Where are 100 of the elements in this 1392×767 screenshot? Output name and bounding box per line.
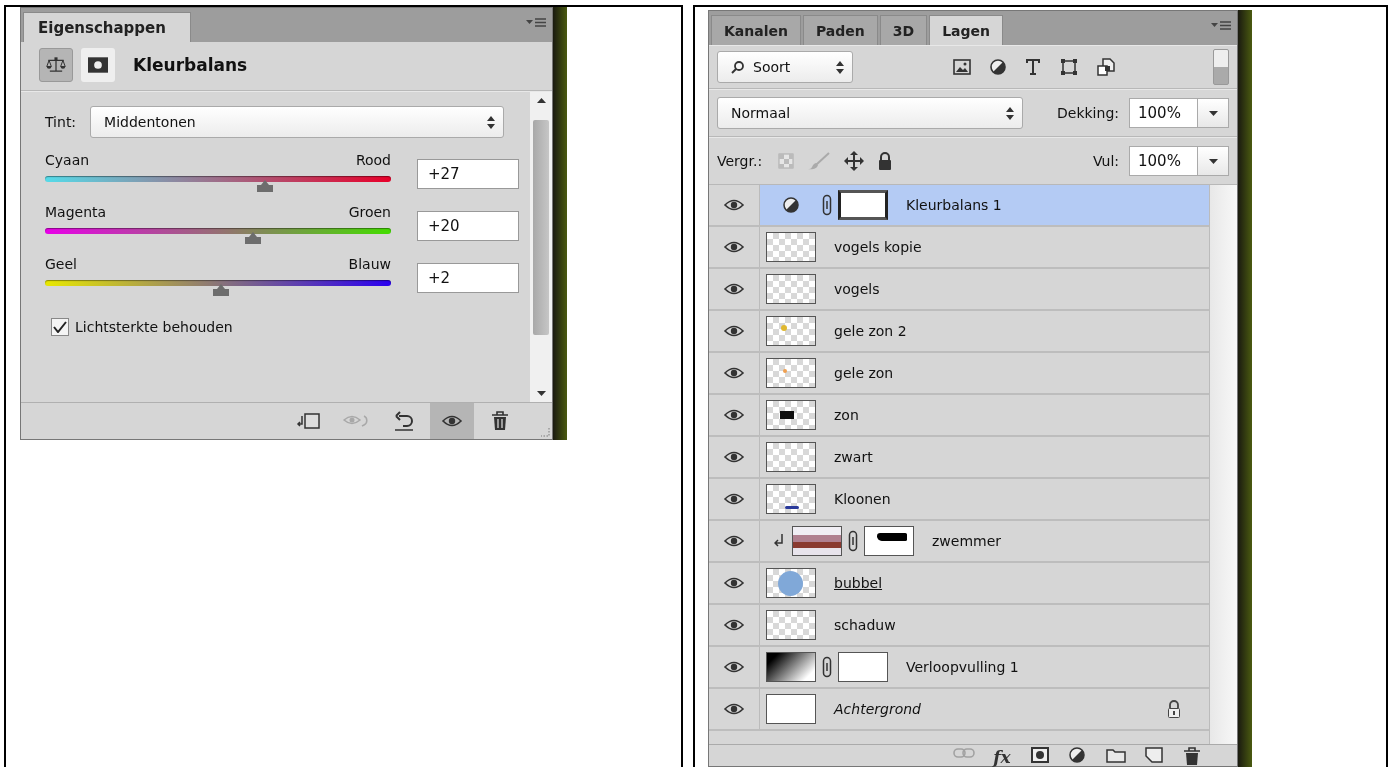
layer-name: gele zon: [834, 365, 894, 381]
balance-scale-button[interactable]: [39, 48, 73, 82]
value-field[interactable]: +27: [417, 159, 519, 189]
eye-icon[interactable]: [724, 450, 744, 464]
slider-thumb[interactable]: [254, 180, 275, 192]
slider-label: Rood: [355, 152, 391, 168]
eye-icon: [442, 414, 462, 428]
eye-icon[interactable]: [724, 618, 744, 632]
percent-field[interactable]: 100%: [1129, 98, 1197, 128]
link-icon: [953, 747, 975, 759]
layer-row[interactable]: Verloopvulling 1: [709, 647, 1209, 689]
layer-row[interactable]: schaduw: [709, 605, 1209, 647]
caret-icon: [1208, 110, 1218, 116]
layer-name: bubbel: [834, 575, 883, 591]
field-label: Dekking:: [1057, 105, 1119, 121]
padlock-icon[interactable]: [878, 152, 893, 170]
tab[interactable]: Paden: [803, 15, 878, 45]
mask-icon: [88, 55, 108, 75]
checkmark-icon: [53, 321, 67, 333]
eye-icon[interactable]: [724, 534, 744, 548]
mask-icon: [1031, 747, 1049, 763]
layer-name: vogels: [834, 281, 880, 297]
link-icon[interactable]: [822, 194, 832, 216]
layer-row[interactable]: bubbel: [709, 563, 1209, 605]
eye-icon[interactable]: [724, 660, 744, 674]
link-icon[interactable]: [822, 656, 832, 678]
layer-name: gele zon 2: [834, 323, 907, 339]
dropdown-button[interactable]: [1197, 98, 1229, 128]
dropdown-button[interactable]: [1197, 146, 1229, 176]
resize-grip-icon[interactable]: [540, 427, 550, 437]
adjustment-layer-icon: [783, 197, 799, 213]
layer-mask-thumbnail[interactable]: [838, 652, 888, 682]
slider-label: Groen: [348, 204, 391, 220]
value-field[interactable]: +2: [417, 263, 519, 293]
half-circle-filter-icon[interactable]: [990, 59, 1006, 75]
layer-name: zon: [834, 407, 859, 423]
scrollbar[interactable]: [1209, 185, 1237, 744]
layer-mask-thumbnail[interactable]: [864, 526, 914, 556]
layer-row[interactable]: gele zon 2: [709, 311, 1209, 353]
tab[interactable]: Eigenschappen: [23, 12, 191, 42]
layer-row[interactable]: zwart: [709, 437, 1209, 479]
layer-row[interactable]: Kleurbalans 1: [709, 185, 1209, 227]
document-filter-icon[interactable]: [1097, 58, 1115, 76]
eye-icon[interactable]: [724, 702, 744, 716]
eye-icon[interactable]: [724, 282, 744, 296]
layer-name: Achtergrond: [834, 701, 921, 717]
blend-mode-dropdown[interactable]: Normaal: [717, 97, 1023, 129]
slider-thumb[interactable]: [211, 284, 232, 296]
percent-field[interactable]: 100%: [1129, 146, 1197, 176]
layer-row[interactable]: vogels kopie: [709, 227, 1209, 269]
eye-icon[interactable]: [724, 408, 744, 422]
eye-icon[interactable]: [724, 576, 744, 590]
eye-icon[interactable]: [724, 492, 744, 506]
eye-arrow-icon: [343, 413, 369, 429]
layer-row[interactable]: Kloonen: [709, 479, 1209, 521]
slider-thumb[interactable]: [242, 232, 263, 244]
menu-icon[interactable]: [1211, 21, 1231, 31]
scroll-down-icon[interactable]: [536, 391, 546, 396]
tab[interactable]: Kanalen: [711, 15, 801, 45]
layer-row[interactable]: zwemmer: [709, 521, 1209, 563]
layer-name: vogels kopie: [834, 239, 922, 255]
value-field[interactable]: +20: [417, 211, 519, 241]
layer-row[interactable]: zon: [709, 395, 1209, 437]
shape-filter-icon[interactable]: [1060, 58, 1078, 76]
layer-name: zwemmer: [932, 533, 1002, 549]
field-label: Vul:: [1092, 153, 1119, 169]
layer-row[interactable]: gele zon: [709, 353, 1209, 395]
tab[interactable]: 3D: [879, 15, 928, 45]
eye-icon[interactable]: [724, 366, 744, 380]
filter-dropdown[interactable]: Soort: [717, 51, 853, 83]
tab[interactable]: Lagen: [929, 15, 1004, 45]
menu-icon[interactable]: [526, 18, 546, 28]
layer-name: zwart: [834, 449, 873, 465]
tone-dropdown[interactable]: Middentonen: [90, 106, 505, 138]
eye-icon[interactable]: [724, 324, 744, 338]
folder-icon: [1106, 747, 1126, 763]
search-icon: [731, 60, 745, 74]
layer-row[interactable]: Achtergrond: [709, 689, 1209, 731]
slider-label: Magenta: [45, 204, 107, 220]
eye-icon[interactable]: [724, 198, 744, 212]
move-lock-icon[interactable]: [844, 151, 865, 171]
type-filter-icon[interactable]: [1025, 59, 1041, 75]
scrollbar[interactable]: [530, 92, 552, 402]
layer-row[interactable]: vogels: [709, 269, 1209, 311]
trash-icon: [1183, 747, 1201, 765]
layer-mask-thumbnail[interactable]: [838, 190, 888, 220]
mask-button[interactable]: [81, 48, 115, 82]
adjustment-title: Kleurbalans: [133, 55, 248, 75]
layer-name: Kloonen: [834, 491, 891, 507]
checker-lock-icon[interactable]: [778, 153, 795, 169]
visibility-button[interactable]: [430, 403, 474, 439]
filter-toggle[interactable]: [1213, 49, 1229, 85]
eye-icon[interactable]: [724, 240, 744, 254]
scroll-up-icon[interactable]: [536, 98, 546, 103]
layer-style-button[interactable]: fx: [987, 747, 1017, 766]
layer-name: Verloopvulling 1: [906, 659, 1019, 675]
image-filter-icon[interactable]: [953, 59, 971, 75]
checkbox[interactable]: [51, 318, 69, 336]
slider-label: Geel: [45, 256, 77, 272]
link-icon[interactable]: [848, 530, 858, 552]
